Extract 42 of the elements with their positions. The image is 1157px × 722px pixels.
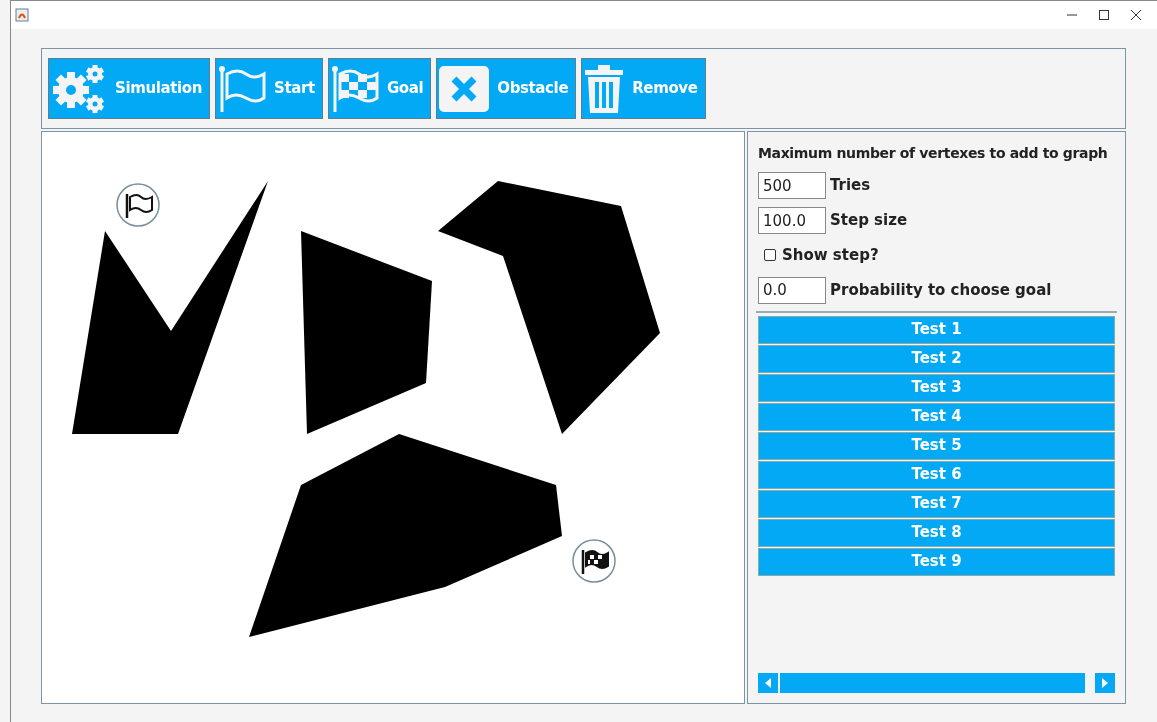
gears-icon: [51, 62, 107, 115]
obstacle[interactable]: [438, 181, 660, 434]
right-arrow-icon: [1102, 678, 1108, 688]
close-icon[interactable]: [1131, 10, 1141, 20]
trash-icon: [584, 63, 625, 114]
maximize-icon[interactable]: [1099, 10, 1109, 20]
checkbox-label: Show step?: [782, 245, 879, 266]
test-button[interactable]: Test 3: [758, 373, 1115, 402]
test-button[interactable]: Test 9: [758, 547, 1115, 576]
toolbar-button[interactable]: Obstacle: [436, 58, 577, 119]
checkered-flag-icon: [330, 63, 379, 114]
field-label: Probability to choose goal: [830, 279, 1052, 301]
flag-icon: [218, 63, 267, 114]
close-icon: [439, 65, 490, 112]
test-button[interactable]: Test 7: [758, 489, 1115, 518]
field-label: Tries: [830, 175, 871, 197]
toolbar-button[interactable]: Remove: [581, 58, 706, 119]
goal-flag-marker[interactable]: [572, 539, 616, 583]
scroll-left-button[interactable]: [758, 673, 778, 693]
panel-heading: Maximum number of vertexes to add to graph: [758, 144, 1109, 163]
test-button[interactable]: Test 8: [758, 518, 1115, 547]
map-canvas[interactable]: [41, 131, 745, 704]
toolbar-button[interactable]: Goal: [327, 58, 432, 119]
left-arrow-icon: [765, 678, 771, 688]
text-field[interactable]: 500: [758, 172, 826, 199]
app-icon: [15, 8, 29, 22]
toolbar-button[interactable]: Start: [215, 58, 323, 119]
text-field[interactable]: 100.0: [758, 207, 826, 234]
test-button[interactable]: Test 6: [758, 460, 1115, 489]
test-button[interactable]: Test 4: [758, 402, 1115, 431]
scroll-right-button[interactable]: [1095, 673, 1115, 693]
test-button[interactable]: Test 1: [758, 315, 1115, 344]
start-flag-marker[interactable]: [116, 183, 160, 227]
field-label: Step size: [830, 210, 908, 232]
obstacle[interactable]: [301, 231, 432, 434]
test-button[interactable]: Test 2: [758, 344, 1115, 373]
toolbar-button[interactable]: Simulation: [48, 58, 211, 119]
text-field[interactable]: 0.0: [758, 276, 826, 304]
obstacle[interactable]: [72, 181, 268, 434]
checkbox[interactable]: [764, 249, 776, 262]
scrollbar-thumb[interactable]: [780, 673, 1085, 693]
test-button[interactable]: Test 5: [758, 431, 1115, 460]
